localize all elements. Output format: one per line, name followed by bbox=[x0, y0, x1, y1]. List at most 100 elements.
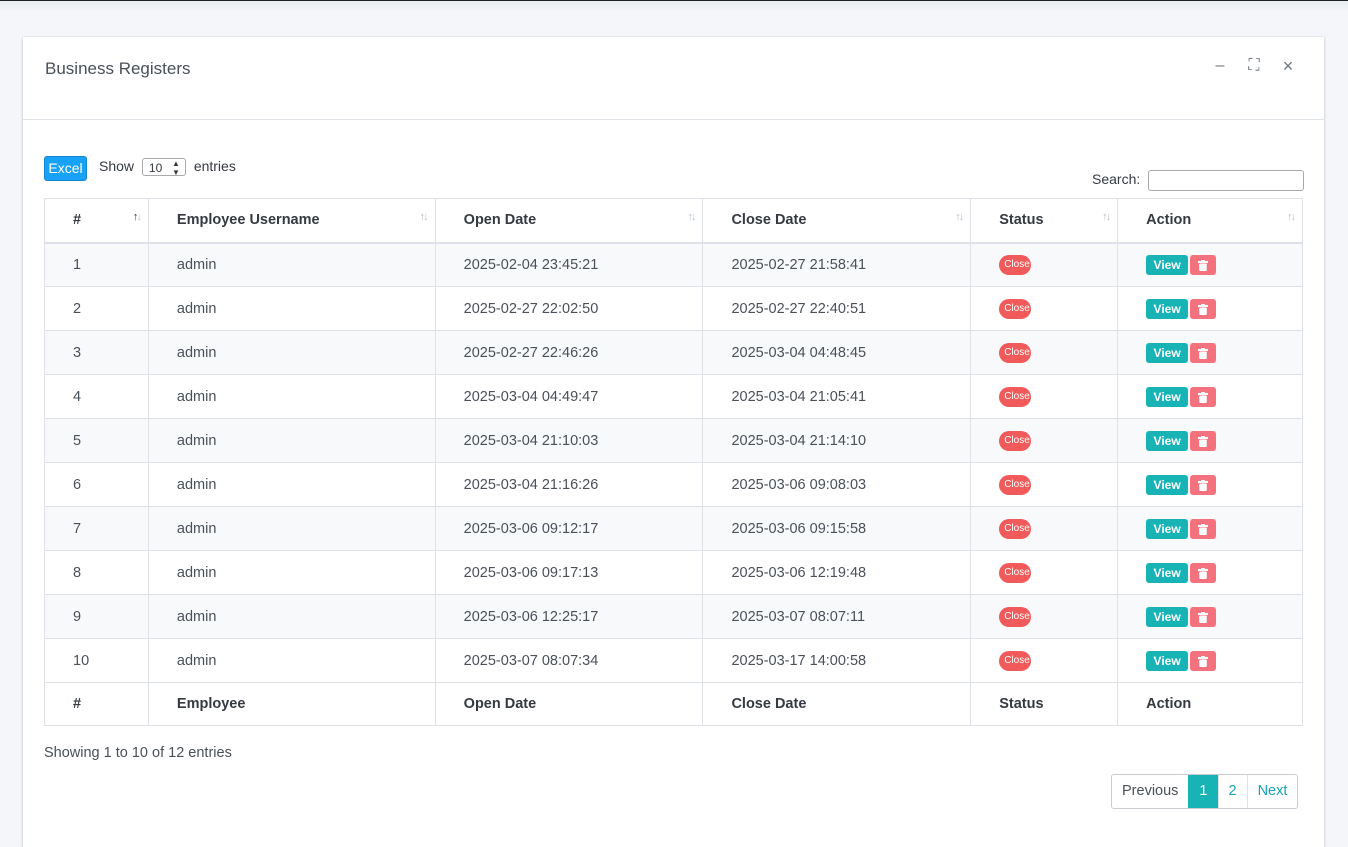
status-badge: Close bbox=[999, 650, 1032, 671]
open-date-cell: 2025-03-06 12:25:17 bbox=[434, 594, 704, 639]
column-footer: Open Date bbox=[434, 682, 704, 726]
column-header[interactable]: Close Date ↑↓ bbox=[702, 198, 972, 244]
view-button[interactable]: View bbox=[1146, 430, 1189, 451]
close-icon[interactable]: × bbox=[1277, 55, 1299, 77]
employee-cell: admin bbox=[147, 462, 436, 507]
open-date-cell: 2025-03-07 08:07:34 bbox=[434, 638, 704, 683]
minimize-icon[interactable]: – bbox=[1209, 55, 1231, 77]
close-date-cell: 2025-03-04 04:48:45 bbox=[702, 330, 972, 375]
column-header[interactable]: Open Date ↑↓ bbox=[434, 198, 704, 244]
row-number: 8 bbox=[44, 550, 149, 595]
table-row: 5 admin 2025-03-04 21:10:03 2025-03-04 21:1… bbox=[44, 418, 1303, 463]
status-cell: Close bbox=[970, 418, 1119, 463]
column-footer: Action bbox=[1117, 682, 1303, 726]
table-footer-row: # Employee Open Date Close Date Status A… bbox=[44, 682, 1303, 726]
page-2-button[interactable]: 2 bbox=[1217, 775, 1247, 808]
delete-button[interactable] bbox=[1190, 254, 1217, 275]
status-cell: Close bbox=[970, 550, 1119, 595]
view-button[interactable]: View bbox=[1146, 518, 1189, 539]
open-date-cell: 2025-03-04 21:10:03 bbox=[434, 418, 704, 463]
delete-button[interactable] bbox=[1190, 386, 1217, 407]
sort-icon: ↑↓ bbox=[955, 211, 964, 223]
action-cell: View bbox=[1117, 330, 1303, 375]
view-button[interactable]: View bbox=[1146, 342, 1189, 363]
column-footer: # bbox=[44, 682, 149, 726]
delete-button[interactable] bbox=[1190, 474, 1217, 495]
close-date-cell: 2025-03-04 21:05:41 bbox=[702, 374, 972, 419]
table-row: 8 admin 2025-03-06 09:17:13 2025-03-06 12:1… bbox=[44, 550, 1303, 595]
page-1-button[interactable]: 1 bbox=[1188, 775, 1218, 808]
delete-button[interactable] bbox=[1190, 606, 1217, 627]
status-badge: Close bbox=[999, 254, 1032, 275]
column-footer: Close Date bbox=[702, 682, 972, 726]
employee-cell: admin bbox=[147, 330, 436, 375]
search-input[interactable] bbox=[1148, 169, 1305, 191]
page-length-select[interactable]: 10 ▲ ▼ bbox=[141, 158, 186, 177]
view-button[interactable]: View bbox=[1146, 562, 1189, 583]
previous-page-button[interactable]: Previous bbox=[1112, 775, 1189, 808]
status-badge: Close bbox=[999, 298, 1032, 319]
business-registers-card: Business Registers – ⛶ × Excel Show 10 ▲… bbox=[23, 37, 1324, 847]
table-info: Showing 1 to 10 of 12 entries bbox=[44, 745, 232, 761]
status-badge: Close bbox=[999, 386, 1032, 407]
column-header[interactable]: # ↑↓ bbox=[44, 198, 149, 244]
status-badge: Close bbox=[999, 430, 1032, 451]
open-date-cell: 2025-03-04 04:49:47 bbox=[434, 374, 704, 419]
delete-button[interactable] bbox=[1190, 342, 1217, 363]
table-row: 1 admin 2025-02-04 23:45:21 2025-02-27 21:5… bbox=[44, 242, 1303, 287]
status-badge: Close bbox=[999, 342, 1032, 363]
row-number: 1 bbox=[44, 242, 149, 287]
card-header: Business Registers – ⛶ × bbox=[23, 37, 1324, 120]
employee-cell: admin bbox=[147, 638, 436, 683]
search-control: Search: bbox=[1092, 169, 1305, 191]
close-date-cell: 2025-03-04 21:14:10 bbox=[702, 418, 972, 463]
table-row: 9 admin 2025-03-06 12:25:17 2025-03-07 08:0… bbox=[44, 594, 1303, 639]
row-number: 6 bbox=[44, 462, 149, 507]
employee-cell: admin bbox=[147, 242, 436, 287]
row-number: 7 bbox=[44, 506, 149, 551]
status-cell: Close bbox=[970, 330, 1119, 375]
show-label: Show bbox=[99, 158, 135, 174]
status-badge: Close bbox=[999, 474, 1032, 495]
status-cell: Close bbox=[970, 462, 1119, 507]
search-label: Search: bbox=[1092, 171, 1141, 187]
column-footer: Employee bbox=[147, 682, 436, 726]
view-button[interactable]: View bbox=[1146, 474, 1189, 495]
column-header[interactable]: Status ↑↓ bbox=[970, 198, 1119, 244]
table-row: 10 admin 2025-03-07 08:07:34 2025-03-17 14:… bbox=[44, 638, 1303, 683]
action-cell: View bbox=[1117, 594, 1303, 639]
open-date-cell: 2025-02-04 23:45:21 bbox=[434, 242, 704, 287]
action-cell: View bbox=[1117, 374, 1303, 419]
view-button[interactable]: View bbox=[1146, 254, 1189, 275]
open-date-cell: 2025-03-04 21:16:26 bbox=[434, 462, 704, 507]
table-row: 2 admin 2025-02-27 22:02:50 2025-02-27 22:4… bbox=[44, 286, 1303, 331]
sort-icon: ↑↓ bbox=[419, 211, 429, 223]
view-button[interactable]: View bbox=[1146, 298, 1189, 319]
employee-cell: admin bbox=[147, 506, 436, 551]
row-number: 2 bbox=[44, 286, 149, 331]
delete-button[interactable] bbox=[1190, 430, 1217, 451]
next-page-button[interactable]: Next bbox=[1246, 775, 1298, 808]
delete-button[interactable] bbox=[1190, 650, 1217, 671]
row-number: 9 bbox=[44, 594, 149, 639]
view-button[interactable]: View bbox=[1146, 650, 1189, 671]
employee-cell: admin bbox=[147, 286, 436, 331]
column-footer: Status bbox=[970, 682, 1119, 726]
status-cell: Close bbox=[970, 638, 1119, 683]
delete-button[interactable] bbox=[1190, 518, 1217, 539]
status-badge: Close bbox=[999, 562, 1032, 583]
delete-button[interactable] bbox=[1190, 562, 1217, 583]
column-header[interactable]: Action ↑↓ bbox=[1117, 198, 1303, 244]
close-date-cell: 2025-03-06 12:19:48 bbox=[702, 550, 972, 595]
status-badge: Close bbox=[999, 518, 1032, 539]
status-cell: Close bbox=[970, 594, 1119, 639]
view-button[interactable]: View bbox=[1146, 606, 1189, 627]
maximize-icon[interactable]: ⛶ bbox=[1243, 55, 1265, 77]
delete-button[interactable] bbox=[1190, 298, 1217, 319]
row-number: 10 bbox=[44, 638, 149, 683]
status-cell: Close bbox=[970, 286, 1119, 331]
excel-export-button[interactable]: Excel bbox=[44, 156, 87, 181]
view-button[interactable]: View bbox=[1146, 386, 1189, 407]
column-header[interactable]: Employee Username ↑↓ bbox=[147, 198, 436, 244]
employee-cell: admin bbox=[147, 550, 436, 595]
